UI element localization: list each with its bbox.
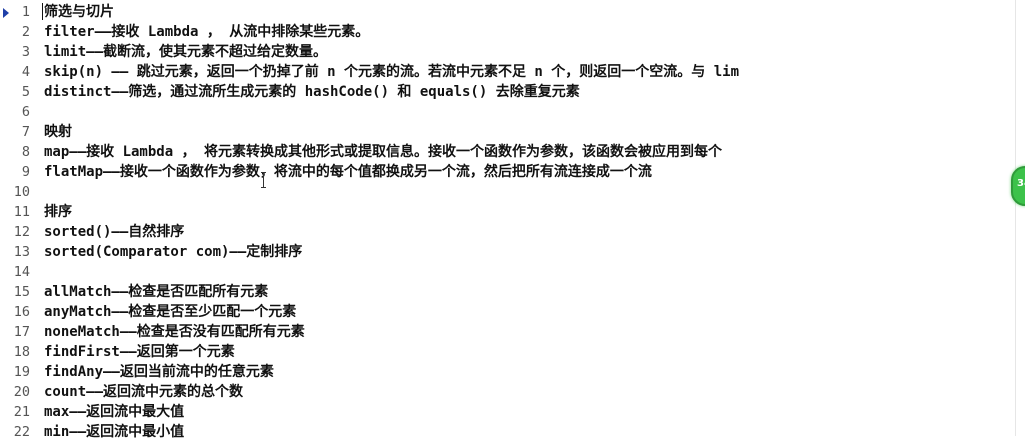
code-line[interactable]: 17 noneMatch——检查是否没有匹配所有元素: [0, 322, 1025, 342]
line-text[interactable]: allMatch——检查是否匹配所有元素: [44, 282, 268, 302]
code-line[interactable]: 15 allMatch——检查是否匹配所有元素: [0, 282, 1025, 302]
code-line[interactable]: 2 filter——接收 Lambda ， 从流中排除某些元素。: [0, 22, 1025, 42]
code-line[interactable]: 20 count——返回流中元素的总个数: [0, 382, 1025, 402]
line-number: 19: [13, 364, 30, 380]
code-line[interactable]: 6: [0, 102, 1025, 122]
line-number: 9: [21, 164, 30, 180]
line-text[interactable]: distinct——筛选，通过流所生成元素的 hashCode() 和 equa…: [44, 82, 580, 102]
line-number: 20: [13, 384, 30, 400]
line-text[interactable]: noneMatch——检查是否没有匹配所有元素: [44, 322, 305, 342]
code-line[interactable]: 9 flatMap——接收一个函数作为参数，将流中的每个值都换成另一个流，然后把所…: [0, 162, 1025, 182]
line-number: 1: [21, 4, 30, 20]
line-text[interactable]: flatMap——接收一个函数作为参数，将流中的每个值都换成另一个流，然后把所有…: [44, 162, 652, 182]
line-text[interactable]: sorted()——自然排序: [44, 222, 184, 242]
line-text[interactable]: map——接收 Lambda ， 将元素转换成其他形式或提取信息。接收一个函数作…: [44, 142, 722, 162]
code-line[interactable]: 18 findFirst——返回第一个元素: [0, 342, 1025, 362]
line-number: 17: [13, 324, 30, 340]
line-number: 3: [21, 44, 30, 60]
code-line[interactable]: 21 max——返回流中最大值: [0, 402, 1025, 422]
code-line[interactable]: 11 排序: [0, 202, 1025, 222]
line-number: 12: [13, 224, 30, 240]
text-editor[interactable]: 1 筛选与切片 2 filter——接收 Lambda ， 从流中排除某些元素。 3 li…: [0, 0, 1025, 440]
line-text[interactable]: filter——接收 Lambda ， 从流中排除某些元素。: [44, 22, 369, 42]
line-number: 14: [13, 264, 30, 280]
code-line[interactable]: 19 findAny——返回当前流中的任意元素: [0, 362, 1025, 382]
line-number: 5: [21, 84, 30, 100]
code-line[interactable]: 12 sorted()——自然排序: [0, 222, 1025, 242]
floating-badge-label: 34: [1017, 178, 1025, 189]
line-text[interactable]: count——返回流中元素的总个数: [44, 382, 243, 402]
line-number: 7: [21, 124, 30, 140]
line-text[interactable]: anyMatch——检查是否至少匹配一个元素: [44, 302, 296, 322]
line-text[interactable]: limit——截断流，使其元素不超过给定数量。: [44, 42, 327, 62]
line-number: 6: [21, 104, 30, 120]
code-line[interactable]: 10: [0, 182, 1025, 202]
text-cursor: [42, 3, 43, 20]
code-line[interactable]: 22 min——返回流中最小值: [0, 422, 1025, 442]
code-line[interactable]: 16 anyMatch——检查是否至少匹配一个元素: [0, 302, 1025, 322]
line-number: 18: [13, 344, 30, 360]
ibeam-cursor-icon: [261, 172, 267, 188]
line-number: 8: [21, 144, 30, 160]
line-text[interactable]: findFirst——返回第一个元素: [44, 342, 235, 362]
line-number: 22: [13, 424, 30, 440]
line-number: 11: [13, 204, 30, 220]
line-number: 2: [21, 24, 30, 40]
line-text[interactable]: 映射: [44, 122, 72, 142]
line-number: 13: [13, 244, 30, 260]
line-text[interactable]: findAny——返回当前流中的任意元素: [44, 362, 274, 382]
code-line[interactable]: 7 映射: [0, 122, 1025, 142]
code-line[interactable]: 4 skip(n) —— 跳过元素，返回一个扔掉了前 n 个元素的流。若流中元素不…: [0, 62, 1025, 82]
code-line[interactable]: 13 sorted(Comparator com)——定制排序: [0, 242, 1025, 262]
code-line[interactable]: 1 筛选与切片: [0, 2, 1025, 22]
line-number: 16: [13, 304, 30, 320]
code-line[interactable]: 3 limit——截断流，使其元素不超过给定数量。: [0, 42, 1025, 62]
line-number: 4: [21, 64, 30, 80]
line-text[interactable]: 排序: [44, 202, 72, 222]
line-text[interactable]: skip(n) —— 跳过元素，返回一个扔掉了前 n 个元素的流。若流中元素不足…: [44, 62, 739, 82]
code-line[interactable]: 5 distinct——筛选，通过流所生成元素的 hashCode() 和 equ…: [0, 82, 1025, 102]
code-line[interactable]: 8 map——接收 Lambda ， 将元素转换成其他形式或提取信息。接收一个函数…: [0, 142, 1025, 162]
floating-badge[interactable]: 34: [1011, 166, 1025, 206]
line-number: 15: [13, 284, 30, 300]
line-text[interactable]: sorted(Comparator com)——定制排序: [44, 242, 302, 262]
line-text[interactable]: 筛选与切片: [44, 2, 114, 22]
line-number: 21: [13, 404, 30, 420]
line-text[interactable]: max——返回流中最大值: [44, 402, 184, 422]
line-number: 10: [13, 184, 30, 200]
vertical-scrollbar[interactable]: [1015, 0, 1025, 436]
line-text[interactable]: min——返回流中最小值: [44, 422, 184, 442]
code-line[interactable]: 14: [0, 262, 1025, 282]
